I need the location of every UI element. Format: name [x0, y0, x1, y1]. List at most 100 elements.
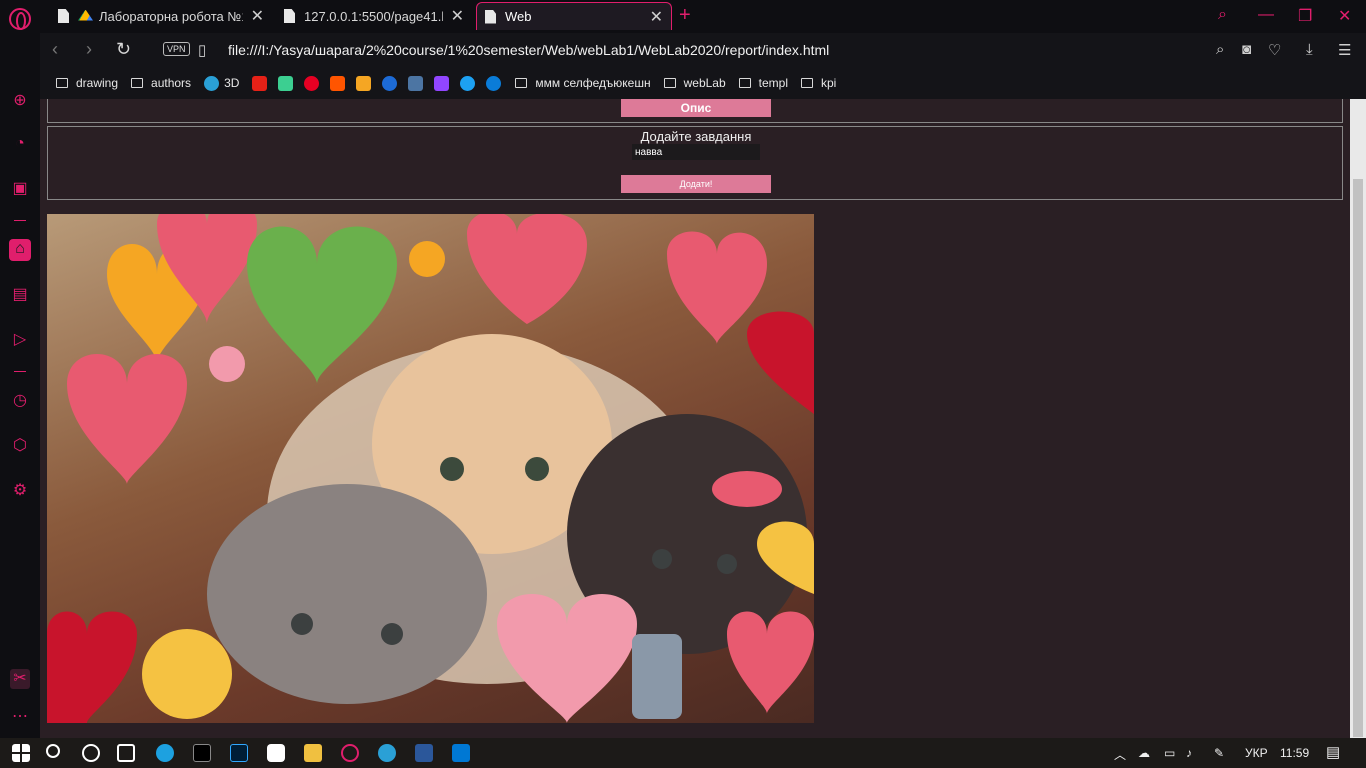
minimize-button[interactable]: —	[1258, 6, 1274, 24]
bookmark-label: templ	[758, 76, 788, 90]
bookmark-label: 3D	[224, 76, 240, 90]
intellij-icon[interactable]	[193, 744, 211, 762]
back-button[interactable]: ‹	[52, 39, 58, 60]
opera-menu-icon[interactable]	[9, 8, 31, 30]
download-icon[interactable]: ⤓	[1306, 41, 1313, 58]
onedrive-tray-icon[interactable]: ☁	[1138, 746, 1150, 760]
search-icon[interactable]	[46, 744, 60, 758]
gamepad-icon[interactable]: ▤	[10, 285, 30, 305]
home-icon[interactable]: ⌂	[9, 239, 31, 261]
pinterest-icon[interactable]	[304, 75, 320, 91]
bookmarks-bar: drawing authors 3D ммм селфедъюкешн webL…	[40, 67, 1366, 99]
task-name-input[interactable]	[632, 144, 760, 160]
edge-browser-icon[interactable]	[156, 744, 174, 762]
bookmark-label: authors	[151, 76, 192, 90]
forward-button[interactable]: ›	[86, 39, 92, 60]
page-icon	[58, 9, 69, 23]
bookmark-weblab[interactable]: webLab	[663, 76, 726, 90]
bookmark-selfeducation[interactable]: ммм селфедъюкешн	[515, 76, 651, 90]
restore-button[interactable]: ❐	[1298, 6, 1312, 26]
bookmark-3d[interactable]: 3D	[204, 75, 240, 91]
youtube-icon[interactable]	[252, 75, 268, 91]
page-scrollbar[interactable]	[1350, 99, 1366, 738]
network-icon[interactable]: ▭	[1164, 746, 1175, 760]
vk-icon[interactable]	[408, 75, 424, 91]
notifications-icon[interactable]: ▤	[1326, 743, 1340, 761]
bookmark-drawing[interactable]: drawing	[56, 76, 118, 90]
tab-bar: Лабораторна робота №1 ✕ 127.0.0.1:5500/p…	[0, 0, 1366, 33]
tab-title: Web	[505, 9, 532, 24]
bookmark-authors[interactable]: authors	[131, 76, 191, 90]
easy-setup-icon[interactable]: ☰	[1338, 41, 1351, 59]
add-task-button[interactable]: Додати!	[621, 175, 771, 193]
task-view-icon[interactable]	[117, 744, 135, 762]
tab-title: 127.0.0.1:5500/page41.htm	[304, 8, 443, 24]
tab-lab-work[interactable]: Лабораторна робота №1 ✕	[50, 2, 272, 30]
speedometer-icon[interactable]: ◔	[10, 134, 30, 154]
settings-gear-icon[interactable]: ⚙	[10, 481, 30, 501]
twitter-icon[interactable]	[460, 75, 476, 91]
file-explorer-icon[interactable]	[304, 744, 322, 762]
word-icon[interactable]	[415, 744, 433, 762]
more-options-icon[interactable]: ⋯	[10, 707, 30, 727]
telegram-icon[interactable]	[378, 744, 396, 762]
folder-icon	[56, 78, 68, 88]
heart-icon[interactable]: ♡	[1268, 41, 1281, 59]
page-icon	[284, 9, 295, 23]
notion-n-icon[interactable]	[278, 75, 294, 91]
music-player-icon[interactable]: ✂	[10, 669, 30, 689]
language-indicator[interactable]: УКР	[1245, 746, 1268, 760]
music-icon[interactable]	[356, 75, 372, 91]
page-content: Опис Додайте завдання Додати!	[40, 99, 1350, 738]
video-player-icon[interactable]: ▷	[10, 330, 30, 350]
twitch-icon[interactable]: ▣	[10, 179, 30, 199]
close-tab-icon[interactable]: ✕	[451, 6, 464, 26]
vscode-icon[interactable]	[452, 744, 470, 762]
folder-icon	[801, 78, 813, 88]
bookmark-kpi[interactable]: kpi	[801, 76, 836, 90]
bookmark-templ[interactable]: templ	[738, 76, 788, 90]
pen-icon[interactable]: ✎	[1214, 746, 1224, 760]
opera-taskbar-icon[interactable]	[341, 744, 359, 762]
close-tab-icon[interactable]: ✕	[650, 7, 663, 27]
twitch-bookmark-icon[interactable]	[434, 75, 450, 91]
search-icon[interactable]: ⌕	[1216, 41, 1224, 58]
soundcloud-icon[interactable]	[330, 75, 346, 91]
extensions-cube-icon[interactable]: ⬡	[10, 436, 30, 456]
3d-site-icon	[204, 75, 220, 91]
vpn-badge[interactable]: VPN	[163, 42, 190, 56]
tab-localhost[interactable]: 127.0.0.1:5500/page41.htm ✕	[276, 2, 472, 30]
app-icon[interactable]	[267, 744, 285, 762]
folder-icon	[738, 78, 751, 88]
game-controller-icon[interactable]: ⊕	[10, 91, 30, 111]
show-hidden-icons[interactable]: ︿	[1114, 746, 1126, 763]
folder-icon	[663, 78, 676, 88]
url-field[interactable]: file:///I:/Yasya/шарага/2%20course/1%20s…	[228, 42, 829, 58]
cortana-icon[interactable]	[82, 744, 100, 762]
snapshot-camera-icon[interactable]: ◙	[1242, 41, 1251, 58]
site-globe-icon[interactable]	[382, 75, 398, 91]
history-icon[interactable]: ◷	[10, 391, 30, 411]
photoshop-icon[interactable]	[230, 744, 248, 762]
bookmark-label: webLab	[683, 76, 726, 90]
close-tab-icon[interactable]: ✕	[251, 6, 264, 26]
volume-icon[interactable]: ♪	[1186, 746, 1192, 760]
page-icon	[485, 9, 496, 24]
search-tabs-icon[interactable]: ⌕	[1218, 6, 1227, 24]
folder-icon	[515, 78, 528, 88]
tab-web[interactable]: Web ✕	[476, 2, 672, 30]
bookmark-label: drawing	[76, 76, 119, 90]
form-title: Додайте завдання	[640, 129, 752, 144]
tab-title: Лабораторна робота №1	[99, 8, 243, 24]
onedrive-cloud-icon[interactable]	[486, 75, 502, 91]
scrollbar-thumb[interactable]	[1353, 179, 1363, 737]
bookmark-label: ммм селфедъюкешн	[535, 76, 651, 90]
reload-button[interactable]: ↻	[116, 39, 131, 60]
close-window-button[interactable]: ✕	[1338, 6, 1351, 26]
folder-icon	[131, 78, 144, 88]
clock[interactable]: 11:59	[1280, 746, 1309, 760]
description-button[interactable]: Опис	[621, 99, 771, 117]
new-tab-button[interactable]: +	[679, 4, 691, 27]
windows-start-icon[interactable]	[12, 744, 30, 762]
bookmark-label: kpi	[821, 76, 837, 90]
